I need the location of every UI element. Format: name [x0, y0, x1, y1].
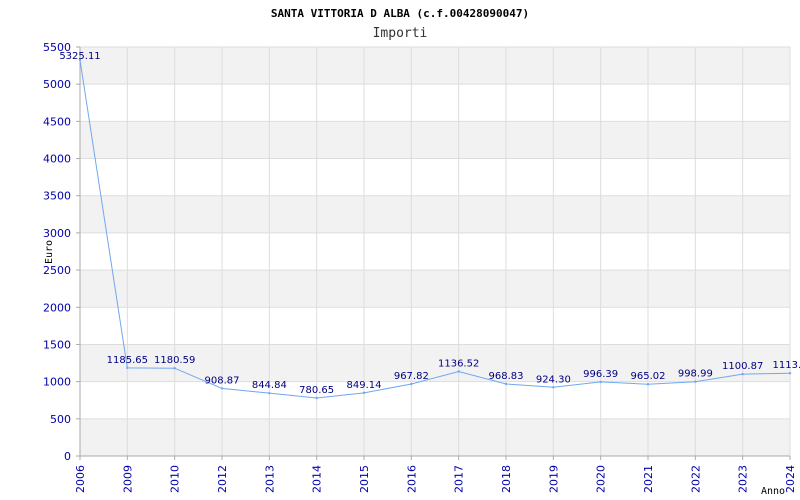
- y-tick-label: 0: [64, 450, 71, 463]
- x-tick-label: 2018: [500, 465, 513, 493]
- grid-band: [80, 47, 790, 85]
- data-label: 968.83: [489, 371, 524, 382]
- data-label: 908.87: [205, 375, 240, 386]
- x-tick-label: 2015: [358, 465, 371, 493]
- x-tick-label: 2019: [547, 465, 560, 493]
- grid-band: [80, 195, 790, 233]
- data-label: 996.39: [583, 369, 618, 380]
- x-tick-label: 2014: [311, 465, 324, 493]
- chart-title: SANTA VITTORIA D ALBA (c.f.00428090047): [271, 7, 529, 20]
- data-point: [410, 382, 413, 386]
- data-label: 998.99: [678, 369, 713, 380]
- x-tick-label: 2024: [784, 465, 797, 493]
- data-label: 1136.52: [438, 358, 479, 369]
- x-tick-label: 2013: [263, 465, 276, 493]
- data-label: 965.02: [631, 371, 666, 382]
- x-axis-ticks: 2006 2009 2010 2012 2013 2014 2015 2016 2017 2018…: [74, 456, 797, 493]
- x-tick-label: 2021: [642, 465, 655, 493]
- data-point: [268, 391, 271, 395]
- data-label: 780.65: [299, 385, 334, 396]
- x-tick-label: 2006: [74, 465, 87, 493]
- line-chart: 0 500 1000 1500 2000 2500 3000 3500 4000 4500 5000…: [43, 7, 800, 497]
- grid-lines: [79, 46, 791, 457]
- data-point: [457, 370, 460, 373]
- data-label: 849.14: [347, 380, 382, 391]
- data-point: [173, 367, 176, 370]
- y-tick-label: 3500: [43, 190, 71, 203]
- y-axis-label: Euro: [44, 240, 55, 264]
- y-tick-label: 1500: [43, 338, 71, 351]
- x-axis-label: Anno: [761, 486, 785, 497]
- x-tick-label: 2023: [737, 465, 750, 493]
- data-point: [788, 372, 792, 375]
- x-tick-label: 2017: [453, 465, 466, 493]
- data-label: 1113.2: [773, 360, 800, 371]
- x-tick-label: 2012: [216, 465, 229, 493]
- data-label: 844.84: [252, 380, 287, 391]
- data-label: 1180.59: [154, 355, 195, 366]
- chart-subtitle: Importi: [373, 26, 428, 41]
- y-tick-label: 2500: [43, 264, 71, 277]
- x-tick-label: 2020: [595, 465, 608, 493]
- x-tick-label: 2009: [121, 465, 134, 493]
- grid-band: [80, 121, 790, 159]
- axes: [79, 47, 790, 457]
- data-label: 924.30: [536, 374, 571, 385]
- y-tick-label: 500: [50, 413, 71, 426]
- data-point: [220, 387, 224, 390]
- y-tick-label: 5000: [43, 78, 71, 91]
- x-tick-label: 2010: [169, 465, 182, 493]
- y-tick-label: 4500: [43, 115, 71, 128]
- data-label: 967.82: [394, 371, 429, 382]
- data-point: [362, 391, 366, 395]
- data-label: 5325.11: [59, 51, 100, 62]
- data-label: 1185.65: [107, 355, 148, 366]
- data-point: [599, 380, 602, 384]
- data-point: [126, 366, 129, 370]
- data-point: [694, 380, 697, 383]
- y-tick-label: 1000: [43, 376, 71, 389]
- x-tick-label: 2016: [405, 465, 418, 493]
- data-point: [646, 383, 650, 386]
- data-point: [315, 396, 318, 400]
- x-tick-label: 2022: [689, 465, 702, 493]
- grid-bands: [80, 47, 790, 456]
- data-label: 1100.87: [722, 361, 763, 372]
- grid-band: [80, 418, 790, 456]
- data-point: [741, 372, 744, 376]
- grid-band: [80, 270, 790, 308]
- y-tick-label: 2000: [43, 301, 71, 314]
- data-point: [552, 386, 555, 389]
- data-point: [504, 382, 508, 386]
- y-tick-label: 3000: [43, 227, 71, 240]
- y-tick-label: 4000: [43, 153, 71, 166]
